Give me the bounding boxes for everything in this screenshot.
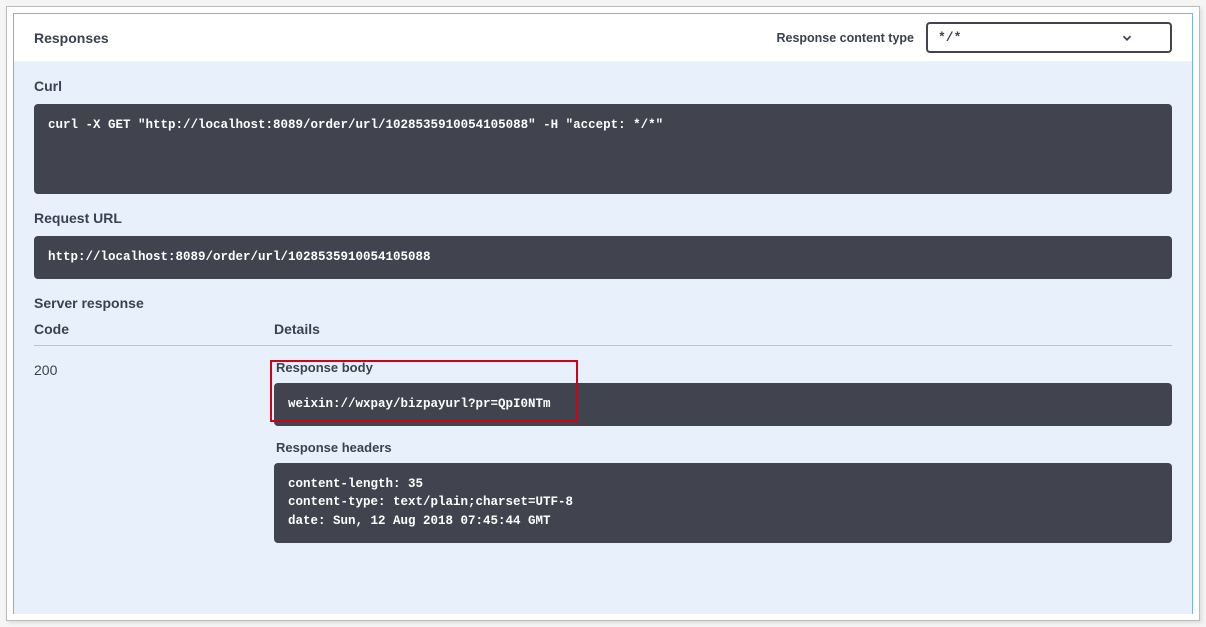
response-row: 200 Response body weixin://wxpay/bizpayu… <box>34 360 1172 557</box>
chevron-down-icon <box>1120 31 1134 45</box>
content-type-label: Response content type <box>776 31 914 45</box>
response-headers-label: Response headers <box>274 440 1172 455</box>
response-headers-block: Response headers content-length: 35 cont… <box>274 440 1172 543</box>
details-column-header: Details <box>274 321 1172 337</box>
response-details: Response body weixin://wxpay/bizpayurl?p… <box>274 360 1172 557</box>
response-body: weixin://wxpay/bizpayurl?pr=QpI0NTm <box>274 383 1172 426</box>
content-type-select[interactable]: */* <box>926 22 1172 53</box>
response-table-header: Code Details <box>34 321 1172 346</box>
curl-command: curl -X GET "http://localhost:8089/order… <box>34 104 1172 194</box>
request-url-label: Request URL <box>34 210 1172 226</box>
inner-frame: Responses Response content type */* Curl… <box>13 13 1193 614</box>
content-type-value: */* <box>938 30 961 45</box>
response-headers: content-length: 35 content-type: text/pl… <box>274 463 1172 543</box>
server-response-section: Server response Code Details 200 Respons… <box>14 279 1192 557</box>
outer-frame: Responses Response content type */* Curl… <box>6 6 1200 621</box>
content-type-group: Response content type */* <box>776 22 1172 53</box>
curl-section: Curl curl -X GET "http://localhost:8089/… <box>14 62 1192 194</box>
server-response-label: Server response <box>34 295 1172 311</box>
response-body-block: Response body weixin://wxpay/bizpayurl?p… <box>274 360 1172 426</box>
response-body-label: Response body <box>274 360 1172 375</box>
curl-label: Curl <box>34 78 1172 94</box>
responses-title: Responses <box>34 30 109 46</box>
code-column-header: Code <box>34 321 274 337</box>
status-code: 200 <box>34 360 274 557</box>
request-url-section: Request URL http://localhost:8089/order/… <box>14 194 1192 279</box>
responses-header: Responses Response content type */* <box>14 14 1192 62</box>
request-url-value: http://localhost:8089/order/url/10285359… <box>34 236 1172 279</box>
